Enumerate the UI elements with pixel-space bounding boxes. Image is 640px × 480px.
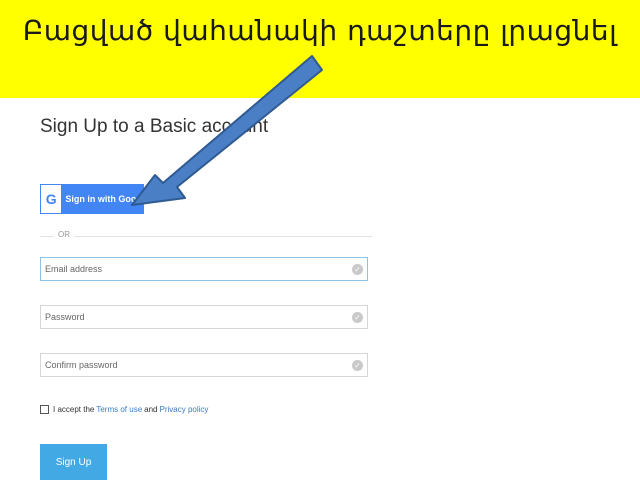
terms-checkbox[interactable] [40, 404, 49, 414]
google-signin-button[interactable]: G Sign in with Google [40, 184, 144, 214]
confirm-password-input[interactable] [41, 354, 345, 376]
check-circle-icon: ✓ [352, 360, 363, 371]
divider-line-right [74, 236, 372, 237]
terms-prefix: I accept the [53, 404, 95, 414]
check-circle-icon: ✓ [352, 312, 363, 323]
email-field[interactable]: ✓ [40, 257, 368, 281]
google-signin-label: Sign in with Google [65, 194, 143, 204]
terms-row: I accept the Terms of use and Privacy po… [40, 402, 210, 416]
confirm-password-field[interactable]: ✓ [40, 353, 368, 377]
signup-button[interactable]: Sign Up [40, 444, 107, 480]
page-title: Sign Up to a Basic account [40, 116, 269, 137]
divider-line-left [40, 236, 54, 237]
or-text: OR [58, 230, 70, 239]
password-input[interactable] [41, 306, 345, 328]
terms-and: and [144, 404, 158, 414]
check-circle-icon: ✓ [352, 264, 363, 275]
email-input[interactable] [41, 258, 345, 280]
google-logo-icon: G [41, 185, 62, 213]
or-divider: OR [40, 230, 372, 242]
privacy-policy-link[interactable]: Privacy policy [160, 405, 209, 414]
password-field[interactable]: ✓ [40, 305, 368, 329]
banner-title: Բացված վահանակի դաշտերը լրացնել [22, 14, 618, 47]
instruction-banner: Բացված վահանակի դաշտերը լրացնել [0, 0, 640, 98]
terms-of-use-link[interactable]: Terms of use [96, 405, 142, 414]
